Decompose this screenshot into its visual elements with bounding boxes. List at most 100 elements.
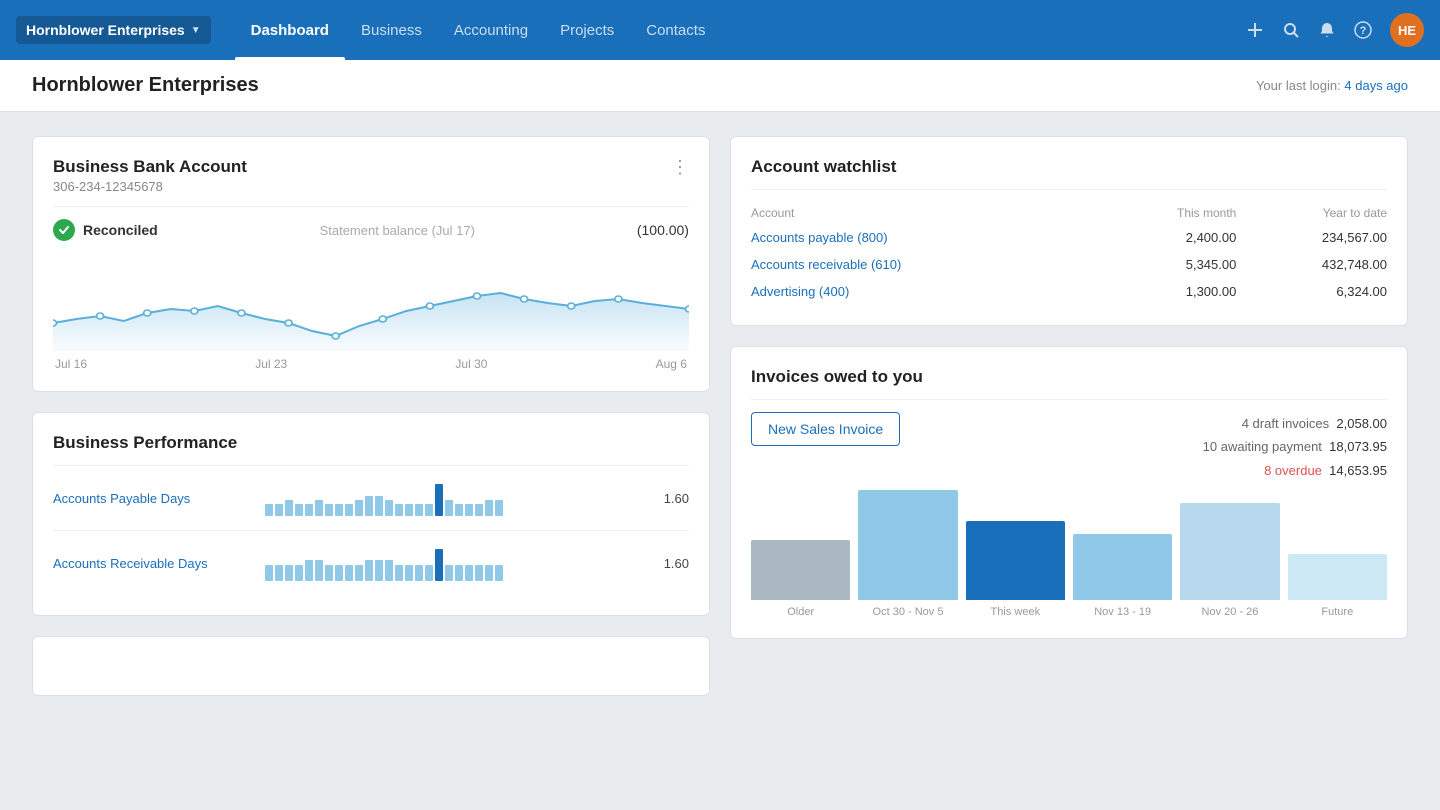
- watchlist-title: Account watchlist: [751, 157, 1387, 177]
- bank-account-title: Business Bank Account: [53, 157, 247, 177]
- nav-links: Dashboard Business Accounting Projects C…: [235, 0, 722, 60]
- watchlist-row-2-account[interactable]: Accounts receivable (610): [751, 251, 1099, 278]
- statement-amount: (100.00): [637, 222, 689, 238]
- accounts-receivable-bars: [265, 545, 641, 581]
- watchlist-table: Account This month Year to date Accounts…: [751, 202, 1387, 305]
- ap-bar: [305, 504, 313, 516]
- watchlist-col-thismonth: This month: [1099, 202, 1236, 224]
- invoice-bar-label: Oct 30 - Nov 5: [873, 606, 944, 618]
- invoice-bar: [966, 521, 1065, 600]
- invoice-bar-label: This week: [991, 606, 1041, 618]
- ap-bar: [385, 500, 393, 516]
- accounts-receivable-label[interactable]: Accounts Receivable Days: [53, 556, 253, 571]
- ap-bar: [375, 496, 383, 516]
- page-title: Hornblower Enterprises: [32, 74, 259, 97]
- chart-x-labels: Jul 16 Jul 23 Jul 30 Aug 6: [53, 357, 689, 371]
- invoice-bar-group: Oct 30 - Nov 5: [858, 490, 957, 618]
- help-button[interactable]: ?: [1354, 21, 1372, 39]
- invoice-stats: 4 draft invoices 2,058.00 10 awaiting pa…: [1203, 412, 1387, 482]
- ar-bar: [485, 565, 493, 581]
- ap-bar: [355, 500, 363, 516]
- ar-bar: [265, 565, 273, 581]
- ar-bar: [345, 565, 353, 581]
- awaiting-payment-row: 10 awaiting payment 18,073.95: [1203, 435, 1387, 458]
- account-watchlist-card: Account watchlist Account This month Yea…: [730, 136, 1408, 326]
- accounts-payable-metric: Accounts Payable Days 1.60: [53, 480, 689, 516]
- ar-bar: [445, 565, 453, 581]
- invoice-bar: [1073, 534, 1172, 600]
- nav-link-projects[interactable]: Projects: [544, 0, 630, 60]
- nav-link-contacts[interactable]: Contacts: [630, 0, 721, 60]
- user-avatar[interactable]: HE: [1390, 13, 1424, 47]
- page-header: Hornblower Enterprises Your last login: …: [0, 60, 1440, 112]
- draft-invoices-row: 4 draft invoices 2,058.00: [1203, 412, 1387, 435]
- main-content: Business Bank Account 306-234-12345678 ⋮…: [0, 112, 1440, 720]
- watchlist-col-ytd: Year to date: [1236, 202, 1387, 224]
- ar-bar: [475, 565, 483, 581]
- invoice-bar-group: This week: [966, 521, 1065, 618]
- invoice-bar-group: Nov 20 - 26: [1180, 503, 1279, 618]
- ar-bar: [395, 565, 403, 581]
- overdue-row: 8 overdue 14,653.95: [1203, 459, 1387, 482]
- invoice-bar: [751, 540, 850, 601]
- search-button[interactable]: [1282, 21, 1300, 39]
- more-options-icon[interactable]: ⋮: [671, 157, 689, 178]
- notifications-button[interactable]: [1318, 21, 1336, 39]
- watchlist-row-1-ytd: 234,567.00: [1236, 224, 1387, 251]
- ar-bar: [425, 565, 433, 581]
- invoices-bar-chart: OlderOct 30 - Nov 5This weekNov 13 - 19N…: [751, 498, 1387, 618]
- watchlist-row-3: Advertising (400) 1,300.00 6,324.00: [751, 278, 1387, 305]
- brand-menu[interactable]: Hornblower Enterprises ▼: [16, 16, 211, 44]
- ap-bar: [285, 500, 293, 516]
- reconcile-badge: [53, 219, 75, 241]
- watchlist-row-3-month: 1,300.00: [1099, 278, 1236, 305]
- ar-bar: [285, 565, 293, 581]
- ar-bar: [465, 565, 473, 581]
- invoice-bar: [1180, 503, 1279, 600]
- watchlist-row-2: Accounts receivable (610) 5,345.00 432,7…: [751, 251, 1387, 278]
- main-nav: Hornblower Enterprises ▼ Dashboard Busin…: [0, 0, 1440, 60]
- invoice-bar: [1288, 554, 1387, 600]
- watchlist-row-1-month: 2,400.00: [1099, 224, 1236, 251]
- invoices-title: Invoices owed to you: [751, 367, 1387, 387]
- invoice-bar-label: Nov 13 - 19: [1094, 606, 1151, 618]
- invoice-bar-group: Nov 13 - 19: [1073, 534, 1172, 618]
- watchlist-col-account: Account: [751, 202, 1099, 224]
- accounts-payable-label[interactable]: Accounts Payable Days: [53, 491, 253, 506]
- invoice-bar-label: Future: [1321, 606, 1353, 618]
- ap-bar: [315, 500, 323, 516]
- bank-account-card: Business Bank Account 306-234-12345678 ⋮…: [32, 136, 710, 392]
- ar-bar: [325, 565, 333, 581]
- last-login-link[interactable]: 4 days ago: [1344, 78, 1408, 93]
- watchlist-row-3-account[interactable]: Advertising (400): [751, 278, 1099, 305]
- ap-bar: [365, 496, 373, 516]
- ap-bar: [265, 504, 273, 516]
- add-button[interactable]: [1246, 21, 1264, 39]
- brand-arrow: ▼: [191, 25, 201, 36]
- watchlist-row-1: Accounts payable (800) 2,400.00 234,567.…: [751, 224, 1387, 251]
- ar-bar: [375, 560, 383, 581]
- accounts-receivable-value: 1.60: [653, 556, 689, 571]
- ar-bar: [415, 565, 423, 581]
- ap-bar: [465, 504, 473, 516]
- ap-bar: [455, 504, 463, 516]
- ap-bar: [475, 504, 483, 516]
- business-performance-title: Business Performance: [53, 433, 689, 453]
- right-column: Account watchlist Account This month Yea…: [730, 136, 1408, 696]
- ap-bar: [495, 500, 503, 516]
- ar-bar: [435, 549, 443, 581]
- ap-bar: [295, 504, 303, 516]
- new-sales-invoice-button[interactable]: New Sales Invoice: [751, 412, 900, 446]
- ar-bar: [495, 565, 503, 581]
- nav-link-business[interactable]: Business: [345, 0, 438, 60]
- ap-bar: [345, 504, 353, 516]
- watchlist-row-1-account[interactable]: Accounts payable (800): [751, 224, 1099, 251]
- nav-link-dashboard[interactable]: Dashboard: [235, 0, 345, 60]
- nav-link-accounting[interactable]: Accounting: [438, 0, 544, 60]
- bank-account-number: 306-234-12345678: [53, 179, 247, 194]
- ar-bar: [365, 560, 373, 581]
- ar-bar: [305, 560, 313, 581]
- ar-bar: [355, 565, 363, 581]
- reconcile-row: Reconciled Statement balance (Jul 17) (1…: [53, 219, 689, 241]
- reconcile-label: Reconciled: [83, 222, 158, 238]
